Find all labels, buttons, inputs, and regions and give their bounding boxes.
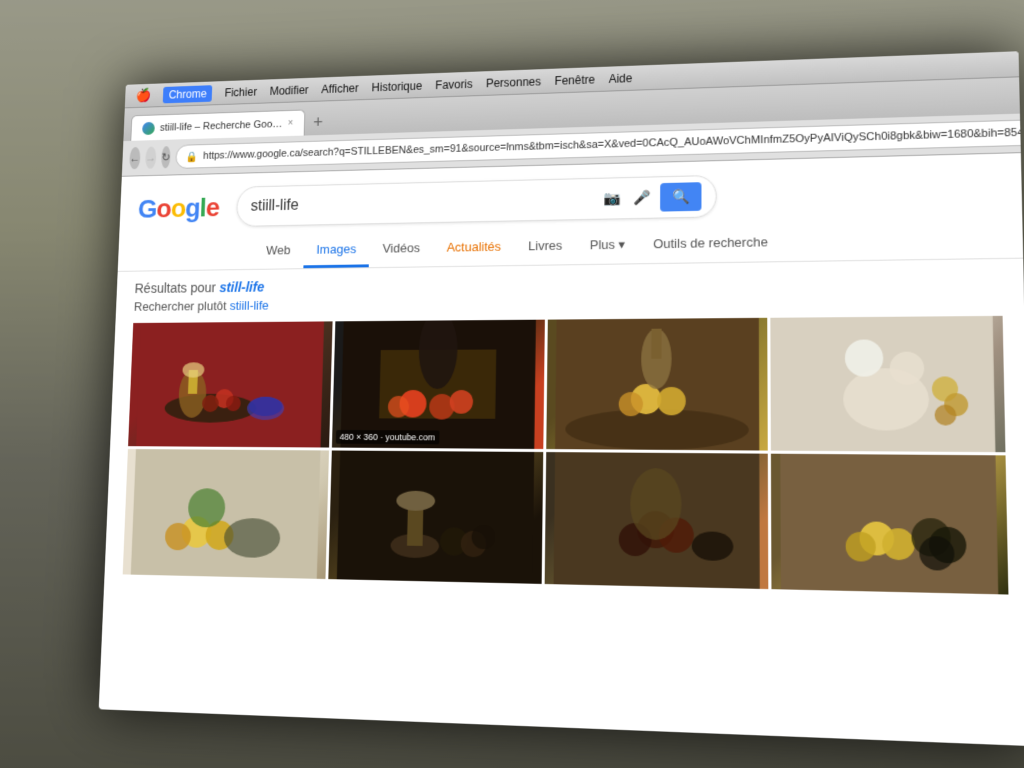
search-input[interactable] <box>250 190 594 215</box>
mic-icon[interactable]: 🎤 <box>632 188 652 208</box>
tab-plus[interactable]: Plus ▾ <box>576 229 639 264</box>
google-logo: Google <box>137 192 219 223</box>
menu-afficher[interactable]: Afficher <box>321 81 359 95</box>
image-label-2: 480 × 360 · youtube.com <box>336 430 440 444</box>
logo-o1: o <box>156 193 172 222</box>
image-5 <box>123 449 329 579</box>
image-4 <box>771 316 1006 452</box>
reload-button[interactable]: ↻ <box>161 146 171 168</box>
logo-e: e <box>205 192 219 221</box>
browser-tab-active[interactable]: stiill-life – Recherche Goo… × <box>130 109 305 140</box>
search-icons: 📷 🎤 <box>602 188 652 209</box>
menu-personnes[interactable]: Personnes <box>486 74 541 89</box>
back-button[interactable]: ← <box>129 147 141 169</box>
browser-content: Google 📷 🎤 🔍 <box>99 153 1024 746</box>
tab-actualites[interactable]: Actualités <box>433 231 515 266</box>
image-grid-row2 <box>123 449 1009 595</box>
logo-G: G <box>137 194 157 223</box>
logo-g: g <box>185 193 201 222</box>
menu-aide[interactable]: Aide <box>609 71 633 85</box>
screen-wrapper: 🍎 Chrome Fichier Modifier Afficher Histo… <box>99 51 1024 746</box>
image-3 <box>546 318 768 451</box>
screen-container: 🍎 Chrome Fichier Modifier Afficher Histo… <box>99 51 1024 746</box>
search-button[interactable]: 🔍 <box>660 182 702 211</box>
tab-outils[interactable]: Outils de recherche <box>639 226 782 263</box>
image-cell-3[interactable] <box>546 318 768 451</box>
menu-chrome[interactable]: Chrome <box>163 85 212 103</box>
image-cell-6[interactable] <box>328 450 543 583</box>
tab-web[interactable]: Web <box>253 235 304 269</box>
new-tab-button[interactable]: + <box>305 109 332 136</box>
apple-menu[interactable]: 🍎 <box>135 87 151 103</box>
tab-close-button[interactable]: × <box>288 118 294 128</box>
image-cell-8[interactable] <box>771 454 1008 595</box>
tab-images[interactable]: Images <box>303 234 370 268</box>
tab-livres[interactable]: Livres <box>514 230 576 265</box>
forward-button[interactable]: → <box>145 146 157 168</box>
google-logo-search-row: Google 📷 🎤 🔍 <box>137 168 1000 229</box>
menu-fenetre[interactable]: Fenêtre <box>555 72 595 87</box>
image-cell-5[interactable] <box>123 449 329 579</box>
image-7 <box>544 452 768 589</box>
image-1 <box>128 321 332 447</box>
lock-icon: 🔒 <box>185 150 198 162</box>
image-cell-7[interactable] <box>544 452 768 589</box>
tab-title: stiill-life – Recherche Goo… <box>160 118 283 133</box>
search-box[interactable]: 📷 🎤 🔍 <box>236 175 717 227</box>
google-page: Google 📷 🎤 🔍 <box>104 153 1024 606</box>
menu-historique[interactable]: Historique <box>372 79 423 94</box>
menu-favoris[interactable]: Favoris <box>435 77 473 92</box>
image-8 <box>771 454 1008 595</box>
image-cell-4[interactable] <box>771 316 1006 452</box>
menu-fichier[interactable]: Fichier <box>224 85 257 99</box>
menu-modifier[interactable]: Modifier <box>269 83 308 97</box>
results-area: Résultats pour still-life Rechercher plu… <box>104 259 1024 606</box>
suggest-link[interactable]: stiill-life <box>230 298 270 313</box>
logo-o2: o <box>170 193 186 222</box>
camera-icon[interactable]: 📷 <box>602 188 622 208</box>
image-grid-row1: 480 × 360 · youtube.com <box>128 316 1005 452</box>
results-for-link[interactable]: still-life <box>219 279 264 295</box>
monitor-frame: 🍎 Chrome Fichier Modifier Afficher Histo… <box>0 0 1024 768</box>
tab-videos[interactable]: Vidéos <box>369 233 434 268</box>
image-6 <box>328 450 543 583</box>
image-cell-2[interactable]: 480 × 360 · youtube.com <box>332 320 545 449</box>
image-cell-1[interactable] <box>128 321 332 447</box>
tab-favicon <box>142 121 155 134</box>
